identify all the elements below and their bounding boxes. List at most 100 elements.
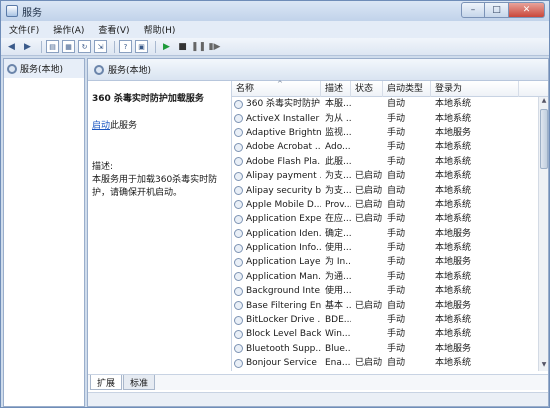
service-gear-icon bbox=[234, 157, 243, 167]
window-controls: – □ ✕ bbox=[461, 2, 545, 18]
scroll-thumb[interactable] bbox=[540, 109, 548, 169]
tab-standard[interactable]: 标准 bbox=[123, 375, 156, 390]
menu-action[interactable]: 操作(A) bbox=[53, 23, 84, 36]
service-name: Application Info... bbox=[232, 241, 321, 255]
menu-help[interactable]: 帮助(H) bbox=[144, 23, 176, 36]
refresh-icon[interactable]: ↻ bbox=[78, 40, 91, 53]
service-log-on-as: 本地系统 bbox=[435, 315, 472, 326]
start-service-link[interactable]: 启动 bbox=[92, 121, 110, 131]
service-description: 为从 ... bbox=[325, 113, 351, 124]
scroll-up-icon[interactable]: ▲ bbox=[539, 97, 549, 107]
export-list-icon[interactable]: ⇲ bbox=[94, 40, 107, 53]
service-startup-type: 自动 bbox=[387, 99, 406, 110]
service-name-text: Application Iden... bbox=[246, 228, 321, 239]
tab-extended[interactable]: 扩展 bbox=[90, 375, 123, 390]
service-name: Adaptive Brightn... bbox=[232, 126, 321, 140]
table-row[interactable]: Application Laye... 为 In... 手动 本地服务 bbox=[232, 255, 548, 269]
service-gear-icon bbox=[234, 114, 243, 124]
table-row[interactable]: Block Level Back... Win... 手动 本地系统 bbox=[232, 327, 548, 341]
scroll-down-icon[interactable]: ▼ bbox=[539, 361, 549, 371]
menu-bar: 文件(F) 操作(A) 查看(V) 帮助(H) bbox=[1, 21, 549, 38]
column-header-status[interactable]: 状态 bbox=[351, 81, 383, 97]
view-tabs: 扩展 标准 bbox=[88, 374, 548, 390]
column-header-log-on-as[interactable]: 登录为 bbox=[431, 81, 519, 97]
service-name-text: Base Filtering En... bbox=[246, 300, 321, 311]
vertical-scrollbar[interactable]: ▲ ▼ bbox=[538, 97, 548, 371]
table-row[interactable]: Bluetooth Supp... Blue... 手动 本地服务 bbox=[232, 342, 548, 356]
maximize-button[interactable]: □ bbox=[485, 2, 509, 18]
service-gear-icon bbox=[234, 186, 243, 196]
table-row[interactable]: Application Iden... 确定... 手动 本地服务 bbox=[232, 227, 548, 241]
table-row[interactable]: Base Filtering En... 基本 ... 已启动自动 本地服务 bbox=[232, 298, 548, 312]
service-name: Apple Mobile D... bbox=[232, 198, 321, 212]
service-description: Ado... bbox=[325, 142, 351, 153]
panel-header-title: 服务(本地) bbox=[108, 66, 152, 76]
service-name: Alipay security b... bbox=[232, 184, 321, 198]
service-startup-type: 手动 bbox=[387, 329, 406, 340]
table-row[interactable]: Bonjour Service Ena... 已启动 自动 本地系统 bbox=[232, 356, 548, 370]
service-name: Application Laye... bbox=[232, 255, 321, 269]
service-name-text: Apple Mobile D... bbox=[246, 199, 321, 210]
service-status: 已启动 bbox=[355, 199, 383, 210]
show-hide-console-tree-icon[interactable]: ▤ bbox=[46, 40, 59, 53]
table-row[interactable]: 360 杀毒实时防护... 本服... 自动 本地系统 bbox=[232, 97, 548, 111]
service-name: Alipay payment ... bbox=[232, 169, 321, 183]
stop-service-icon[interactable]: ■ bbox=[176, 40, 189, 53]
table-row[interactable]: Background Inte... 使用... 手动 本地系统 bbox=[232, 284, 548, 298]
table-row[interactable]: Adobe Acrobat ... Ado... 手动 本地系统 bbox=[232, 140, 548, 154]
table-row[interactable]: Adaptive Brightn... 监视... 手动 本地服务 bbox=[232, 126, 548, 140]
sort-ascending-icon: ^ bbox=[277, 80, 283, 88]
description-label: 描述: bbox=[92, 162, 114, 172]
status-bar bbox=[88, 392, 548, 406]
service-description: 此服... bbox=[325, 156, 351, 167]
table-row[interactable]: Application Expe... 在应... 已启动手动 本地系统 bbox=[232, 212, 548, 226]
service-startup-type: 手动 bbox=[387, 243, 406, 254]
table-header: ^ 名称 描述 状态 启动类型 登录为 bbox=[232, 80, 548, 97]
table-row[interactable]: Alipay security b... 为支... 已启动自动 本地系统 bbox=[232, 183, 548, 197]
service-description: 基本 ... bbox=[325, 300, 351, 311]
table-row[interactable]: Alipay payment ... 为支... 已启动 自动 本地系统 bbox=[232, 169, 548, 183]
service-description: 使用... bbox=[325, 286, 351, 297]
table-row[interactable]: BitLocker Drive ... BDE... 手动 本地系统 bbox=[232, 313, 548, 327]
service-log-on-as: 本地系统 bbox=[435, 271, 472, 282]
service-name-text: Application Laye... bbox=[246, 257, 321, 268]
table-row[interactable]: ActiveX Installer ... 为从 ... 手动 本地系统 bbox=[232, 111, 548, 125]
service-log-on-as: 本地系统 bbox=[435, 286, 472, 297]
service-startup-type: 手动 bbox=[387, 228, 406, 239]
services-app-icon bbox=[6, 5, 18, 17]
column-header-startup-type[interactable]: 启动类型 bbox=[383, 81, 431, 97]
pause-service-icon[interactable]: ❚❚ bbox=[191, 40, 206, 53]
service-gear-icon bbox=[234, 301, 243, 311]
properties-sheet-icon[interactable]: ▦ bbox=[62, 40, 75, 53]
service-description: Ena... bbox=[325, 358, 351, 369]
back-arrow-icon[interactable]: ◀ bbox=[5, 40, 18, 53]
help-icon[interactable]: ? bbox=[119, 40, 132, 53]
column-header-description[interactable]: 描述 bbox=[321, 81, 351, 97]
menu-view[interactable]: 查看(V) bbox=[98, 23, 129, 36]
restart-service-icon[interactable]: ▮▶ bbox=[208, 40, 221, 53]
close-button[interactable]: ✕ bbox=[509, 2, 545, 18]
service-startup-type: 手动 bbox=[387, 214, 406, 225]
minimize-button[interactable]: – bbox=[461, 2, 485, 18]
table-row[interactable]: Application Info... 使用... 手动 本地系统 bbox=[232, 241, 548, 255]
console-tree: 服务(本地) bbox=[3, 58, 85, 407]
service-status: 已启动 bbox=[355, 214, 383, 225]
service-name-text: Alipay payment ... bbox=[246, 171, 321, 182]
gear-icon bbox=[94, 64, 104, 75]
selected-service-name: 360 杀毒实时防护加载服务 bbox=[92, 94, 204, 104]
forward-arrow-icon[interactable]: ▶ bbox=[21, 40, 34, 53]
start-service-icon[interactable]: ▶ bbox=[160, 40, 173, 53]
service-gear-icon bbox=[234, 243, 243, 253]
service-log-on-as: 本地服务 bbox=[435, 257, 472, 268]
service-name-text: Adobe Flash Pla... bbox=[246, 156, 321, 167]
menu-file[interactable]: 文件(F) bbox=[9, 23, 39, 36]
properties-icon[interactable]: ▣ bbox=[135, 40, 148, 53]
service-startup-type: 自动 bbox=[387, 171, 406, 182]
table-row[interactable]: Apple Mobile D... Prov... 已启动 自动 本地系统 bbox=[232, 198, 548, 212]
table-row[interactable]: Application Man... 为通... 手动 本地系统 bbox=[232, 270, 548, 284]
service-gear-icon bbox=[234, 214, 243, 224]
service-gear-icon bbox=[234, 315, 243, 325]
table-row[interactable]: Adobe Flash Pla... 此服... 手动 本地系统 bbox=[232, 155, 548, 169]
service-log-on-as: 本地系统 bbox=[435, 156, 472, 167]
tree-item-services-local[interactable]: 服务(本地) bbox=[4, 59, 84, 78]
